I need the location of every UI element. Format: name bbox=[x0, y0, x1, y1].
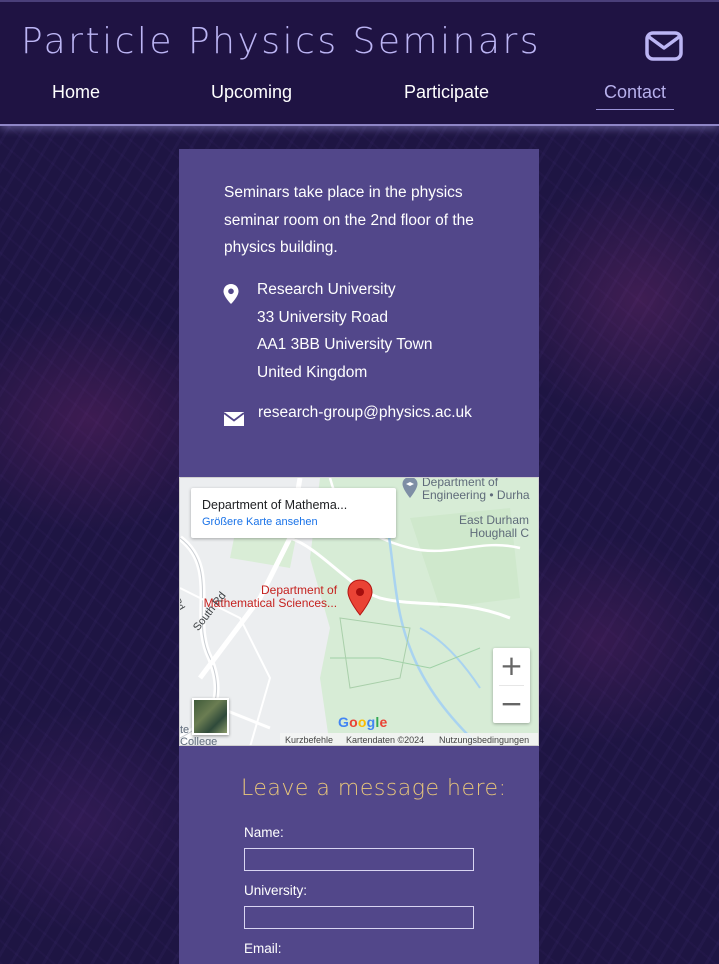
map-footer: Kurzbefehle Kartendaten ©2024 Nutzungsbe… bbox=[280, 733, 538, 745]
map-card-title: Department of Mathema... bbox=[202, 498, 348, 512]
map-data-attribution: Kartendaten ©2024 bbox=[346, 735, 425, 745]
venue-description: Seminars take place in the physics semin… bbox=[224, 184, 474, 256]
name-label: Name: bbox=[244, 825, 284, 840]
google-logo: Google bbox=[338, 714, 388, 730]
embedded-map[interactable]: Department of Mathema... Größere Karte a… bbox=[179, 477, 539, 746]
map-label-line: College bbox=[180, 736, 218, 746]
message-form-panel: Leave a message here: Name: University: … bbox=[179, 746, 539, 964]
map-label-line: Engineering • Durha bbox=[422, 488, 530, 502]
map-label-east-durham: East Durham Houghall C bbox=[459, 514, 529, 540]
map-label-line: Houghall C bbox=[469, 526, 530, 540]
envelope-icon bbox=[223, 412, 245, 426]
form-heading: Leave a message here: bbox=[241, 776, 507, 801]
university-input[interactable] bbox=[244, 906, 474, 929]
keyboard-shortcuts-link[interactable]: Kurzbefehle bbox=[285, 735, 333, 745]
postal-address: Research University 33 University Road A… bbox=[257, 276, 432, 387]
map-place-card: Department of Mathema... Größere Karte a… bbox=[191, 488, 396, 538]
site-header: Particle Physics Seminars Home Upcoming … bbox=[0, 0, 719, 126]
nav-upcoming[interactable]: Upcoming bbox=[211, 82, 292, 103]
nav-contact[interactable]: Contact bbox=[596, 82, 675, 110]
address-line: Research University bbox=[257, 281, 396, 298]
zoom-in-button[interactable]: + bbox=[493, 648, 530, 685]
email-label: Email: bbox=[244, 941, 282, 956]
address-line: AA1 3BB University Town bbox=[257, 336, 433, 354]
terms-link[interactable]: Nutzungsbedingungen bbox=[439, 735, 529, 745]
nav-participate[interactable]: Participate bbox=[404, 82, 489, 103]
map-zoom-controls: + − bbox=[493, 648, 530, 723]
map-label-engineering: Department of Engineering • Durha bbox=[422, 478, 530, 502]
site-title[interactable]: Particle Physics Seminars bbox=[21, 21, 541, 62]
larger-map-link[interactable]: Größere Karte ansehen bbox=[202, 516, 318, 528]
address-line: 33 University Road bbox=[257, 308, 388, 326]
map-pin-icon[interactable] bbox=[347, 579, 373, 617]
satellite-toggle-button[interactable] bbox=[192, 698, 229, 735]
envelope-icon[interactable] bbox=[645, 30, 683, 62]
zoom-out-button[interactable]: − bbox=[493, 686, 530, 723]
contact-info-panel: Seminars take place in the physics semin… bbox=[179, 149, 539, 477]
address-line: United Kingdom bbox=[257, 364, 368, 382]
nav-home[interactable]: Home bbox=[52, 82, 100, 103]
name-input[interactable] bbox=[244, 848, 474, 871]
university-label: University: bbox=[244, 883, 308, 898]
email-link[interactable]: research-group@physics.ac.uk bbox=[258, 404, 472, 422]
map-pin-icon bbox=[223, 284, 239, 304]
poi-marker-icon[interactable] bbox=[401, 477, 419, 500]
